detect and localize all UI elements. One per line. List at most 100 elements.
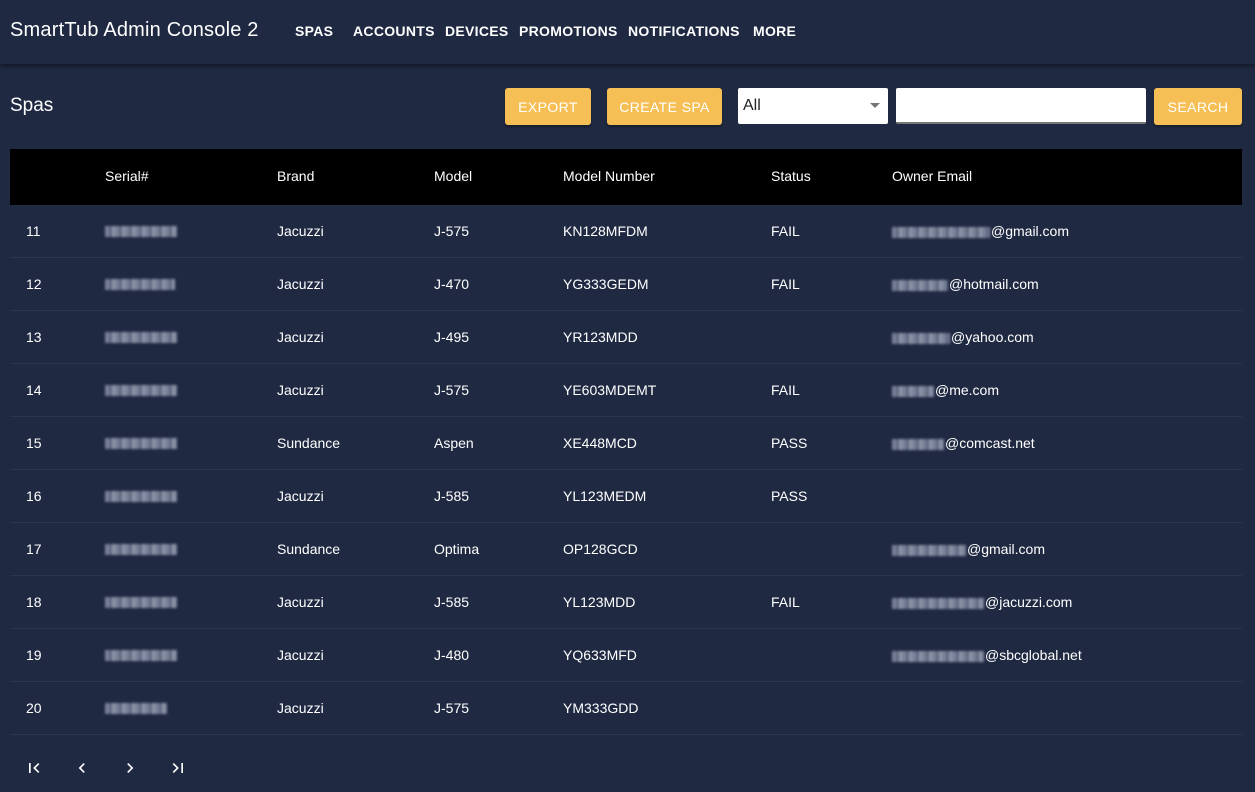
email-redacted [892,544,966,556]
row-index: 16 [26,488,42,504]
email-redacted [892,385,934,397]
row-index: 13 [26,329,42,345]
cell-brand: Jacuzzi [277,488,324,504]
email-redacted [892,279,948,291]
cell-brand: Jacuzzi [277,382,324,398]
table-body: 11 Jacuzzi J-575 KN128MFDM FAIL @gmail.com 12 J… [10,205,1242,735]
cell-status: FAIL [771,382,800,398]
cell-model-number: YQ633MFD [563,647,637,663]
table-row[interactable]: 14 Jacuzzi J-575 YE603MDEMT FAIL @me.com [10,364,1242,417]
header-brand[interactable]: Brand [277,168,314,184]
serial-redacted [105,703,167,714]
cell-model-number: XE448MCD [563,435,637,451]
serial-redacted [105,544,177,555]
cell-brand: Jacuzzi [277,329,324,345]
search-input[interactable] [896,88,1146,124]
row-index: 19 [26,647,42,663]
cell-model: J-470 [434,276,470,292]
email-domain: @comcast.net [945,435,1035,451]
cell-owner-email: @hotmail.com [892,276,1039,292]
email-redacted [892,650,984,662]
table-row[interactable]: 11 Jacuzzi J-575 KN128MFDM FAIL @gmail.com [10,205,1242,258]
cell-owner-email: @me.com [892,382,999,398]
serial-redacted [105,438,177,449]
header-serial[interactable]: Serial# [105,168,149,184]
cell-model: J-575 [434,700,470,716]
header-model[interactable]: Model [434,168,472,184]
cell-brand: Jacuzzi [277,700,324,716]
header-model-number[interactable]: Model Number [563,168,655,184]
cell-model: J-480 [434,647,470,663]
row-index: 20 [26,700,42,716]
row-index: 11 [26,223,41,239]
create-spa-button[interactable]: CREATE SPA [607,88,722,125]
page-title: Spas [10,95,54,116]
table-row[interactable]: 15 Sundance Aspen XE448MCD PASS @comcast.net [10,417,1242,470]
table-row[interactable]: 12 Jacuzzi J-470 YG333GEDM FAIL @hotmail.com [10,258,1242,311]
cell-owner-email: @gmail.com [892,541,1045,557]
dropdown-caret-icon [870,103,880,108]
cell-model: J-575 [434,223,470,239]
row-index: 12 [26,276,42,292]
nav-accounts[interactable]: ACCOUNTS [353,23,435,39]
table-header: Serial# Brand Model Model Number Status … [10,149,1242,205]
cell-model-number: YG333GEDM [563,276,649,292]
cell-owner-email: @gmail.com [892,223,1069,239]
export-button[interactable]: EXPORT [505,88,591,125]
email-domain: @sbcglobal.net [985,647,1082,663]
cell-model: Aspen [434,435,474,451]
serial-redacted [105,597,177,608]
nav-notifications[interactable]: NOTIFICATIONS [628,23,740,39]
cell-model: Optima [434,541,480,557]
previous-page-icon[interactable] [64,750,100,786]
email-domain: @gmail.com [991,223,1070,239]
cell-model-number: YE603MDEMT [563,382,657,398]
nav-promotions[interactable]: PROMOTIONS [519,23,618,39]
cell-model-number: YR123MDD [563,329,638,345]
cell-owner-email: @yahoo.com [892,329,1034,345]
email-domain: @jacuzzi.com [985,594,1073,610]
last-page-icon[interactable] [160,750,196,786]
nav-devices[interactable]: DEVICES [445,23,509,39]
cell-model: J-585 [434,488,470,504]
row-index: 15 [26,435,42,451]
header-status[interactable]: Status [771,168,811,184]
search-button[interactable]: SEARCH [1154,88,1242,125]
cell-status: PASS [771,488,808,504]
row-index: 17 [26,541,42,557]
cell-brand: Jacuzzi [277,223,324,239]
cell-model: J-575 [434,382,470,398]
app-title: SmartTub Admin Console 2 [10,19,259,41]
cell-brand: Jacuzzi [277,276,324,292]
email-redacted [892,438,944,450]
cell-model-number: OP128GCD [563,541,638,557]
email-redacted [892,597,984,609]
email-domain: @yahoo.com [951,329,1034,345]
nav-spas[interactable]: SPAS [295,23,333,39]
serial-redacted [105,332,177,343]
cell-status: PASS [771,435,808,451]
row-index: 14 [26,382,42,398]
cell-owner-email: @sbcglobal.net [892,647,1082,663]
serial-redacted [105,279,175,290]
table-row[interactable]: 13 Jacuzzi J-495 YR123MDD @yahoo.com [10,311,1242,364]
email-redacted [892,226,990,238]
cell-brand: Jacuzzi [277,647,324,663]
status-filter-select[interactable]: All [738,88,888,124]
header-owner-email[interactable]: Owner Email [892,168,972,184]
nav-more[interactable]: MORE [753,23,796,39]
first-page-icon[interactable] [16,750,52,786]
table-row[interactable]: 17 Sundance Optima OP128GCD @gmail.com [10,523,1242,576]
email-domain: @gmail.com [967,541,1046,557]
table-row[interactable]: 16 Jacuzzi J-585 YL123MEDM PASS [10,470,1242,523]
cell-status: FAIL [771,276,800,292]
cell-brand: Sundance [277,435,341,451]
table-row[interactable]: 20 Jacuzzi J-575 YM333GDD [10,682,1242,735]
table-row[interactable]: 18 Jacuzzi J-585 YL123MDD FAIL @jacuzzi.com [10,576,1242,629]
next-page-icon[interactable] [112,750,148,786]
serial-redacted [105,491,177,502]
table-row[interactable]: 19 Jacuzzi J-480 YQ633MFD @sbcglobal.net [10,629,1242,682]
cell-status: FAIL [771,594,800,610]
cell-owner-email: @jacuzzi.com [892,594,1072,610]
email-domain: @hotmail.com [949,276,1039,292]
